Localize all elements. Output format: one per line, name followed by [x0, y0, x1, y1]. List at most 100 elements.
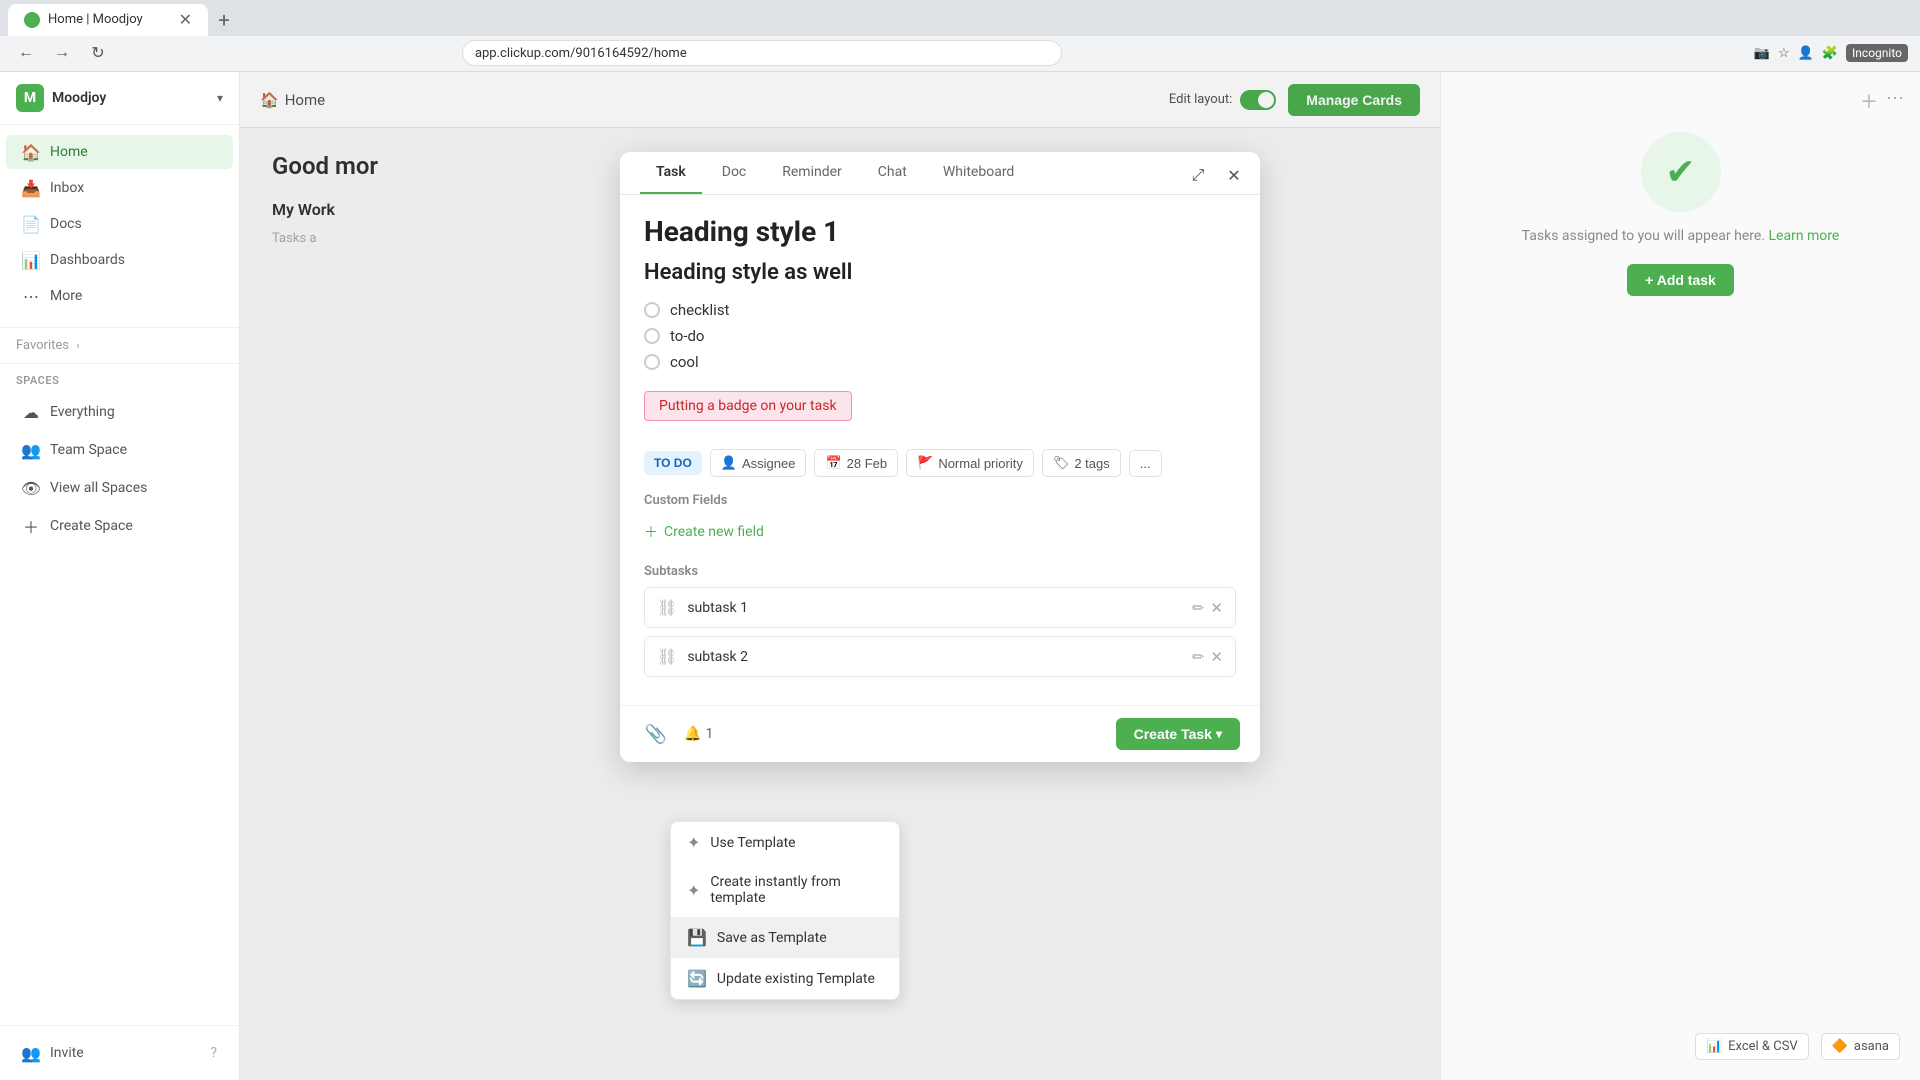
star-icon[interactable]: ☆	[1778, 46, 1790, 61]
task-toolbar: TO DO 👤 Assignee 📅 28 Feb 🚩 Normal prior…	[644, 449, 1236, 477]
menu-item-use-template[interactable]: ✦ Use Template	[671, 822, 899, 863]
bell-icon: 🔔	[684, 726, 701, 742]
sidebar-label-home: Home	[50, 144, 88, 160]
right-panel-header: ＋ ⋯	[1860, 88, 1904, 114]
create-task-button[interactable]: Create Task ▾	[1116, 718, 1240, 750]
asana-icon: 🔶	[1832, 1039, 1848, 1054]
home-icon: 🏠	[22, 143, 40, 161]
import-excel-button[interactable]: 📊 Excel & CSV	[1695, 1033, 1809, 1060]
favorites-chevron-icon: ›	[76, 339, 79, 352]
url-bar[interactable]: app.clickup.com/9016164592/home	[462, 40, 1062, 66]
tab-task[interactable]: Task	[640, 152, 702, 194]
panel-options-button[interactable]: ⋯	[1886, 88, 1904, 114]
sidebar-nav: 🏠 Home 📥 Inbox 📄 Docs 📊 Dashboards ⋯ Mor…	[0, 125, 239, 323]
tags-button[interactable]: 🏷 2 tags	[1042, 449, 1121, 477]
plus-icon: ＋	[644, 522, 658, 542]
workspace-name: Moodjoy	[52, 90, 106, 106]
create-space-icon: ＋	[22, 517, 40, 535]
sidebar-item-home[interactable]: 🏠 Home	[6, 135, 233, 169]
subtask-edit-0[interactable]: ✏	[1192, 599, 1205, 617]
new-tab-button[interactable]: +	[208, 4, 240, 36]
menu-item-update-template[interactable]: 🔄 Update existing Template	[671, 958, 899, 999]
add-task-button[interactable]: + Add task	[1627, 264, 1734, 296]
more-toolbar-button[interactable]: ...	[1129, 450, 1162, 477]
sidebar-item-create-space[interactable]: ＋ Create Space	[6, 509, 233, 543]
browser-actions: 📷 ☆ 👤 🧩 Incognito	[1754, 44, 1908, 62]
camera-icon: 📷	[1754, 46, 1770, 61]
browser-tab[interactable]: Home | Moodjoy ✕	[8, 4, 208, 36]
learn-more-link[interactable]: Learn more	[1769, 228, 1840, 244]
import-asana-button[interactable]: 🔶 asana	[1821, 1033, 1900, 1060]
invite-icon: 👥	[22, 1044, 40, 1062]
favorites-label: Favorites	[16, 338, 69, 353]
sidebar-item-more[interactable]: ⋯ More	[6, 279, 233, 313]
date-label: 28 Feb	[847, 456, 887, 471]
subtask-delete-1[interactable]: ✕	[1210, 648, 1223, 666]
notification-count: 1	[705, 726, 713, 742]
sidebar-item-everything[interactable]: ☁ Everything	[6, 395, 233, 429]
checklist-label-1: to-do	[670, 327, 704, 345]
tab-doc[interactable]: Doc	[706, 152, 763, 194]
checkbox-2[interactable]	[644, 354, 660, 370]
menu-item-create-instantly[interactable]: ✦ Create instantly from template	[671, 863, 899, 917]
checklist-label-0: checklist	[670, 301, 729, 319]
sidebar-item-view-all-spaces[interactable]: 👁 View all Spaces	[6, 471, 233, 505]
menu-item-save-template[interactable]: 💾 Save as Template	[671, 917, 899, 958]
checklist-item-0: checklist	[644, 301, 1236, 319]
menu-label-create-instantly: Create instantly from template	[710, 874, 883, 906]
subtask-delete-0[interactable]: ✕	[1210, 599, 1223, 617]
calendar-icon: 📅	[825, 455, 841, 471]
tab-chat[interactable]: Chat	[862, 152, 923, 194]
create-field-button[interactable]: ＋ Create new field	[644, 516, 1236, 548]
create-task-label: Create Task	[1134, 726, 1212, 742]
modal-tabs: Task Doc Reminder Chat Whiteboard ⤢ ✕	[620, 152, 1260, 195]
checkbox-1[interactable]	[644, 328, 660, 344]
checkbox-0[interactable]	[644, 302, 660, 318]
reload-button[interactable]: ↻	[84, 39, 112, 67]
menu-label-save-template: Save as Template	[717, 930, 827, 946]
badge-button[interactable]: Putting a badge on your task	[644, 391, 852, 421]
assignee-label: Assignee	[742, 456, 795, 471]
status-button[interactable]: TO DO	[644, 451, 702, 475]
attachment-button[interactable]: 📎	[640, 718, 672, 750]
profile-icon[interactable]: 👤	[1798, 46, 1814, 61]
empty-state-text: Tasks assigned to you will appear here. …	[1522, 228, 1840, 244]
checklist-item-1: to-do	[644, 327, 1236, 345]
modal-collapse-button[interactable]: ⤢	[1184, 162, 1212, 190]
workspace-header[interactable]: M Moodjoy ▾	[0, 72, 239, 125]
panel-add-button[interactable]: ＋	[1860, 88, 1878, 114]
date-button[interactable]: 📅 28 Feb	[814, 449, 898, 477]
inbox-icon: 📥	[22, 179, 40, 197]
subtask-edit-1[interactable]: ✏	[1192, 648, 1205, 666]
forward-button[interactable]: →	[48, 39, 76, 67]
modal-close-button[interactable]: ✕	[1220, 162, 1248, 190]
sidebar-item-docs[interactable]: 📄 Docs	[6, 207, 233, 241]
sidebar-label-invite: Invite	[50, 1045, 84, 1061]
subtask-actions-1: ✏ ✕	[1192, 648, 1223, 666]
extensions-icon[interactable]: 🧩	[1822, 46, 1838, 61]
notification-button[interactable]: 🔔 1	[684, 726, 713, 742]
create-instantly-icon: ✦	[687, 881, 700, 900]
create-task-chevron-icon: ▾	[1216, 727, 1222, 741]
modal-heading-1: Heading style 1	[644, 215, 1236, 248]
tab-favicon	[24, 12, 40, 28]
favorites-section[interactable]: Favorites ›	[0, 332, 239, 359]
modal-heading-2: Heading style as well	[644, 260, 1236, 285]
assignee-button[interactable]: 👤 Assignee	[710, 449, 807, 477]
tab-whiteboard[interactable]: Whiteboard	[927, 152, 1031, 194]
team-space-icon: 👥	[22, 441, 40, 459]
docs-icon: 📄	[22, 215, 40, 233]
back-button[interactable]: ←	[12, 39, 40, 67]
sidebar-item-invite[interactable]: 👥 Invite ?	[6, 1036, 233, 1070]
add-task-label: + Add task	[1645, 272, 1716, 288]
tab-close-icon[interactable]: ✕	[179, 10, 192, 29]
workspace-icon: M	[16, 84, 44, 112]
sidebar-item-dashboards[interactable]: 📊 Dashboards	[6, 243, 233, 277]
sidebar-item-team-space[interactable]: 👥 Team Space	[6, 433, 233, 467]
tab-reminder[interactable]: Reminder	[766, 152, 858, 194]
priority-button[interactable]: 🚩 Normal priority	[906, 449, 1034, 477]
tags-label: 2 tags	[1074, 456, 1109, 471]
sidebar-item-inbox[interactable]: 📥 Inbox	[6, 171, 233, 205]
flag-icon: 🚩	[917, 455, 933, 471]
subtask-actions-0: ✏ ✕	[1192, 599, 1223, 617]
